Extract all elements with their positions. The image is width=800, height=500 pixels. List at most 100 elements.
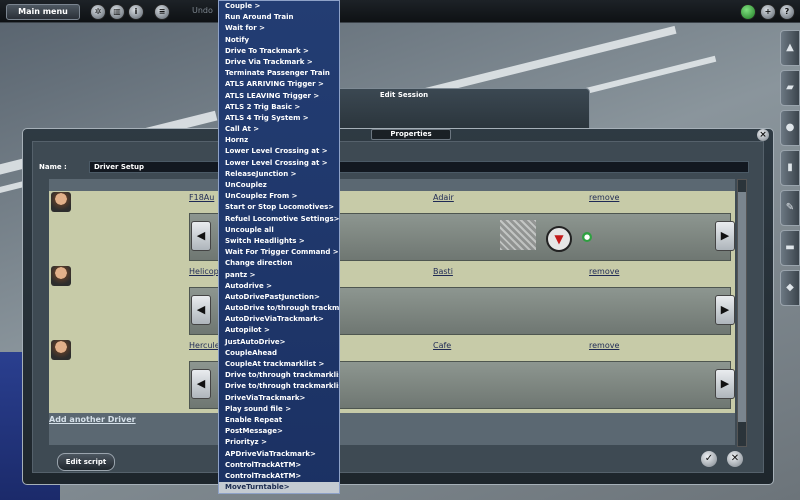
menu-item[interactable]: APDriveViaTrackmark> — [219, 449, 339, 460]
menu-item[interactable]: ATLS ARRIVING Trigger > — [219, 79, 339, 90]
menu-item[interactable]: Autopilot > — [219, 325, 339, 336]
layers-icon[interactable]: ≡ — [154, 4, 170, 20]
menu-item[interactable]: Enable Repeat — [219, 415, 339, 426]
scroll-right-arrow-icon[interactable]: ▶ — [715, 221, 735, 251]
driver-name-link[interactable]: Adair — [433, 193, 454, 202]
menu-item[interactable]: Drive to/through trackmarklist > — [219, 381, 339, 392]
edit-script-button[interactable]: Edit script — [57, 453, 115, 471]
scroll-left-arrow-icon[interactable]: ◀ — [191, 221, 211, 251]
add-driver-link[interactable]: Add another Driver — [49, 415, 136, 424]
menu-item[interactable]: Wait for > — [219, 23, 339, 34]
driver-name-link[interactable]: Basti — [433, 267, 453, 276]
compass-icon[interactable]: ✲ — [90, 4, 106, 20]
menu-item[interactable]: Run Around Train — [219, 12, 339, 23]
tool-wrench-icon[interactable]: ✎ — [780, 190, 800, 226]
scrollbar-thumb[interactable] — [738, 192, 746, 422]
menu-item[interactable]: Autodrive > — [219, 281, 339, 292]
status-light-icon — [740, 4, 756, 20]
properties-title: Properties — [371, 129, 451, 140]
tool-misc-icon[interactable]: ◆ — [780, 270, 800, 306]
driver-list-scrollbar[interactable] — [737, 179, 747, 447]
tool-track-icon[interactable]: ▮ — [780, 150, 800, 186]
menu-item[interactable]: AutoDriveViaTrackmark> — [219, 314, 339, 325]
menu-item[interactable]: Drive Via Trackmark > — [219, 57, 339, 68]
menu-item[interactable]: PostMessage> — [219, 426, 339, 437]
main-menu-button[interactable]: Main menu — [6, 4, 80, 20]
remove-link[interactable]: remove — [589, 193, 619, 202]
menu-item[interactable]: Lower Level Crossing at > — [219, 158, 339, 169]
menu-item[interactable]: Play sound file > — [219, 404, 339, 415]
tool-terrain-icon[interactable]: ▲ — [780, 30, 800, 66]
driver-command-area: ◀ ▶ — [49, 287, 735, 339]
confirm-check-icon[interactable]: ✓ — [701, 451, 717, 467]
menu-item[interactable]: CoupleAhead — [219, 348, 339, 359]
menu-item[interactable]: AutoDrivePastJunction> — [219, 292, 339, 303]
menu-item[interactable]: AutoDrive to/through trackmar... — [219, 303, 339, 314]
menu-item[interactable]: ControlTrackAtTM> — [219, 460, 339, 471]
menu-item[interactable]: Couple > — [219, 1, 339, 12]
plus-icon[interactable]: + — [760, 4, 776, 20]
scroll-right-arrow-icon[interactable]: ▶ — [715, 369, 735, 399]
menu-item[interactable]: Drive to/through trackmarklist > — [219, 370, 339, 381]
menu-item[interactable]: ControlTrackAtTM> — [219, 471, 339, 482]
undo-label[interactable]: Undo — [192, 6, 213, 15]
menu-item[interactable]: UnCouplez — [219, 180, 339, 191]
menu-item[interactable]: Priorityz > — [219, 437, 339, 448]
driver-avatar — [51, 266, 71, 286]
remove-link[interactable]: remove — [589, 267, 619, 276]
train-link[interactable]: Helicop — [189, 267, 219, 276]
name-field[interactable]: Driver Setup — [89, 161, 749, 173]
menu-item[interactable]: Start or Stop Locomotives> — [219, 202, 339, 213]
menu-item[interactable]: Refuel Locomotive Settings> — [219, 214, 339, 225]
menu-item[interactable]: CoupleAt trackmarklist > — [219, 359, 339, 370]
menu-item[interactable]: MoveTurntable> — [219, 482, 339, 493]
tool-rail-icon[interactable]: ▬ — [780, 230, 800, 266]
menu-item[interactable]: Hornz — [219, 135, 339, 146]
top-toolbar: Main menu ✲ ▥ i ≡ Undo + ? — [0, 0, 800, 23]
remove-link[interactable]: remove — [589, 341, 619, 350]
menu-item[interactable]: DriveViaTrackmark> — [219, 393, 339, 404]
menu-item[interactable]: UnCouplez From > — [219, 191, 339, 202]
menu-item[interactable]: Change direction — [219, 258, 339, 269]
driver-avatar — [51, 192, 71, 212]
tool-paint-icon[interactable]: ▰ — [780, 70, 800, 106]
trash-icon[interactable]: ▥ — [109, 4, 125, 20]
menu-item[interactable]: ATLS 2 Trig Basic > — [219, 102, 339, 113]
train-link[interactable]: F18Au — [189, 193, 214, 202]
menu-item[interactable]: Wait For Trigger Command > — [219, 247, 339, 258]
menu-item[interactable]: ATLS 4 Trig System > — [219, 113, 339, 124]
menu-item[interactable]: ReleaseJunction > — [219, 169, 339, 180]
driver-command-area: ◀ ▶ — [49, 361, 735, 413]
driver-row: Hercule Cafe remove — [49, 339, 735, 361]
tool-objects-icon[interactable]: ● — [780, 110, 800, 146]
help-icon[interactable]: ? — [779, 4, 795, 20]
menu-item[interactable]: JustAutoDrive> — [219, 337, 339, 348]
scroll-right-arrow-icon[interactable]: ▶ — [715, 295, 735, 325]
info-icon[interactable]: i — [128, 4, 144, 20]
driver-command-menu: Couple > Run Around Train Wait for > Notify… — [218, 0, 340, 494]
menu-item[interactable]: Notify — [219, 35, 339, 46]
name-label: Name : — [39, 163, 67, 171]
menu-item[interactable]: Call At > — [219, 124, 339, 135]
menu-item[interactable]: Lower Level Crossing at > — [219, 146, 339, 157]
menu-item[interactable]: pantz > — [219, 270, 339, 281]
scroll-left-arrow-icon[interactable]: ◀ — [191, 295, 211, 325]
train-link[interactable]: Hercule — [189, 341, 220, 350]
cancel-x-icon[interactable]: ✕ — [727, 451, 743, 467]
driver-row: F18Au Adair remove — [49, 191, 735, 213]
stop-command-icon[interactable]: ▼ — [546, 226, 572, 252]
menu-item[interactable]: ATLS LEAVING Trigger > — [219, 91, 339, 102]
driver-avatar — [51, 340, 71, 360]
menu-item[interactable]: Drive To Trackmark > — [219, 46, 339, 57]
driver-list: F18Au Adair remove ▼ ● ◀ ▶ Helicop Basti… — [49, 179, 735, 445]
go-status-icon: ● — [582, 232, 592, 242]
menu-item[interactable]: Terminate Passenger Train — [219, 68, 339, 79]
trackmark-command-icon[interactable] — [500, 220, 536, 250]
driver-name-link[interactable]: Cafe — [433, 341, 451, 350]
menu-item[interactable]: Uncouple all — [219, 225, 339, 236]
menu-item[interactable]: Switch Headlights > — [219, 236, 339, 247]
scroll-left-arrow-icon[interactable]: ◀ — [191, 369, 211, 399]
driver-command-area: ▼ ● ◀ ▶ — [49, 213, 735, 265]
close-icon[interactable]: × — [757, 129, 769, 141]
properties-window: Properties × Name : Driver Setup F18Au A… — [22, 128, 774, 485]
